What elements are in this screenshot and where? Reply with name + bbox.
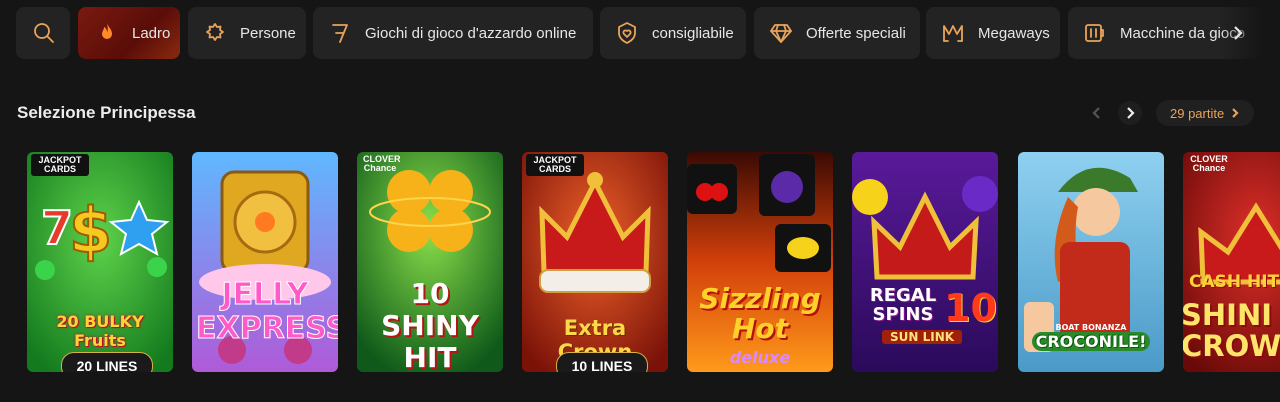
game-title: CROCONILE!	[1032, 332, 1150, 351]
category-label: consigliabile	[652, 24, 734, 42]
title-line: 10	[410, 277, 450, 310]
clover-chance-badge: CLOVER Chance	[1190, 154, 1228, 173]
title-line: SHINI	[1183, 298, 1273, 332]
title-line: SPINS	[872, 304, 934, 325]
game-card-10-shiny-hit[interactable]: CLOVER Chance 10 SHINY HIT	[357, 152, 503, 372]
game-subtitle: deluxe	[729, 348, 791, 367]
jackpot-cards-badge: JACKPOT CARDS	[526, 154, 584, 176]
game-card-croconile[interactable]: BOAT BONANZA CROCONILE!	[1018, 152, 1164, 372]
search-button[interactable]	[16, 7, 70, 59]
game-card-20-bulky-fruits[interactable]: 7 $ JACKPOT CARDS 20 BULKY Fruits 20 LIN…	[27, 152, 173, 372]
game-title: Sizzling Hot	[699, 282, 821, 345]
game-title: 20 BULKY Fruits	[56, 312, 144, 350]
title-line: REGAL	[869, 285, 937, 306]
lines-badge: 10 LINES	[556, 352, 648, 372]
game-card-shining-crown[interactable]: CLOVER Chance CASH HIT SHINI CROW	[1183, 152, 1280, 372]
category-label: Megaways	[978, 24, 1050, 42]
game-title: SHINI CROW	[1183, 300, 1280, 362]
game-subtitle: BOAT BONANZA	[1055, 323, 1127, 332]
category-ladro[interactable]: Ladro	[78, 7, 180, 59]
carousel-prev-button[interactable]	[1085, 101, 1109, 125]
megaways-icon	[940, 20, 966, 46]
games-count: 29 partite	[1170, 105, 1225, 121]
chevron-right-icon	[1234, 26, 1243, 40]
category-label: Persone	[240, 24, 296, 42]
title-line: SHINY	[381, 309, 479, 342]
category-megaways[interactable]: Megaways	[926, 7, 1060, 59]
chevron-right-icon	[1127, 107, 1135, 119]
chevron-right-icon	[1232, 108, 1239, 118]
view-all-games-link[interactable]: 29 partite	[1156, 100, 1255, 126]
diamond-icon	[768, 20, 794, 46]
category-label: Giochi di gioco d'azzardo online	[365, 24, 577, 42]
clover-chance-badge: CLOVER Chance	[363, 154, 401, 173]
slot-machine-icon	[1082, 20, 1108, 46]
title-line: CROW	[1183, 329, 1280, 363]
flame-icon	[94, 20, 120, 46]
category-giochi[interactable]: Giochi di gioco d'azzardo online	[313, 7, 593, 59]
category-offerte[interactable]: Offerte speciali	[754, 7, 920, 59]
title-line: HIT	[403, 341, 457, 373]
sparkle-badge-icon	[202, 20, 228, 46]
game-title: REGAL SPINS	[858, 286, 948, 324]
game-card-jelly-express[interactable]: JELLY EXPRESS	[192, 152, 338, 372]
category-scroll-next[interactable]	[1226, 20, 1250, 46]
category-label: Ladro	[132, 24, 171, 42]
chevron-left-icon	[1092, 107, 1100, 119]
game-card-sizzling-hot[interactable]: Sizzling Hot deluxe	[687, 152, 833, 372]
game-title: 10 SHINY HIT	[361, 277, 499, 373]
game-subtitle: SUN LINK	[882, 330, 962, 344]
category-bar: Ladro Persone Giochi di gioco d'azzardo …	[16, 7, 1280, 59]
search-icon	[31, 20, 57, 46]
svg-text:$: $	[69, 194, 112, 267]
jackpot-cards-badge: JACKPOT CARDS	[31, 154, 89, 176]
section-title: Selezione Principessa	[17, 103, 196, 122]
heart-shield-icon	[614, 20, 640, 46]
game-card-regal-spins-10[interactable]: REGAL SPINS 10 SUN LINK	[852, 152, 998, 372]
seven-icon	[327, 20, 353, 46]
game-number: 10	[944, 286, 997, 330]
carousel-next-button[interactable]	[1118, 101, 1142, 125]
category-consigliabile[interactable]: consigliabile	[600, 7, 746, 59]
category-persone[interactable]: Persone	[188, 7, 306, 59]
category-label: Offerte speciali	[806, 24, 906, 42]
lines-badge: 20 LINES	[61, 352, 153, 372]
game-title: JELLY EXPRESS	[196, 277, 339, 346]
game-title-line: CASH HIT	[1189, 272, 1280, 292]
game-card-extra-crown[interactable]: JACKPOT CARDS Extra Crown 10 LINES	[522, 152, 668, 372]
